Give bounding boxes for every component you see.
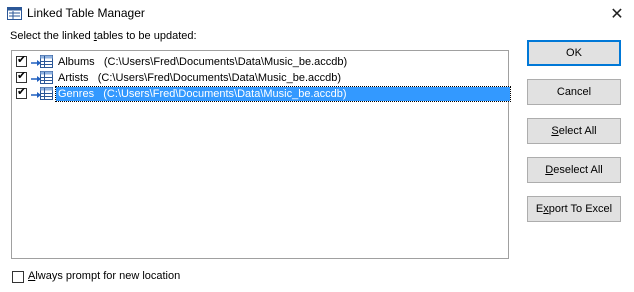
linked-tables-list[interactable]: ✔ Albums (C:\Users\Fred\Documents\Data\M…: [11, 50, 511, 259]
table-manager-icon: [7, 7, 22, 20]
table-icon: [40, 87, 53, 100]
list-prompt: Select the linked tables to be updated:: [10, 30, 197, 42]
select-all-label: elect All: [558, 125, 597, 137]
select-all-accel: S: [551, 125, 559, 137]
table-label: Genres (C:\Users\Fred\Documents\Data\Mus…: [55, 86, 511, 102]
cancel-label: Cancel: [556, 86, 592, 98]
check-icon: ✔: [17, 86, 27, 98]
table-icon: [40, 55, 53, 68]
prompt-text-after: ables to be updated:: [96, 30, 197, 42]
table-icon: [40, 71, 53, 84]
table-row[interactable]: ✔ Albums (C:\Users\Fred\Documents\Data\M…: [14, 54, 508, 70]
close-button[interactable]: ✕: [600, 0, 634, 28]
always-prompt-checkbox[interactable]: [12, 271, 24, 283]
prompt-text-before: Select the linked: [10, 30, 94, 42]
check-icon: ✔: [17, 70, 27, 82]
cancel-button[interactable]: Cancel: [527, 79, 621, 105]
table-checkbox[interactable]: ✔: [16, 86, 27, 99]
deselect-all-accel: D: [545, 164, 554, 176]
table-checkbox[interactable]: ✔: [16, 54, 27, 67]
deselect-all-button[interactable]: Deselect All: [527, 157, 621, 183]
export-label-start: E: [535, 203, 544, 215]
window-title: Linked Table Manager: [27, 6, 145, 20]
table-label: Albums (C:\Users\Fred\Documents\Data\Mus…: [58, 56, 348, 68]
table-label: Artists (C:\Users\Fred\Documents\Data\Mu…: [58, 72, 342, 84]
export-label-rest: port To Excel: [548, 203, 613, 215]
close-icon: ✕: [610, 6, 624, 23]
title-bar: Linked Table Manager ✕: [0, 0, 634, 28]
deselect-all-label: eselect All: [553, 164, 603, 176]
table-checkbox[interactable]: ✔: [16, 70, 27, 83]
table-row[interactable]: ✔ Genres (C:\Users\Fred\Documents\Data\M…: [14, 86, 511, 102]
check-icon: ✔: [17, 54, 27, 66]
always-prompt-text: lways prompt for new location: [35, 270, 181, 282]
export-to-excel-button[interactable]: Ex port To Excel: [527, 196, 621, 222]
table-row[interactable]: ✔ Artists (C:\Users\Fred\Documents\Data\…: [14, 70, 508, 86]
always-prompt-label[interactable]: Always prompt for new location: [28, 270, 180, 282]
select-all-button[interactable]: Select All: [527, 118, 621, 144]
ok-button[interactable]: OK: [527, 40, 621, 66]
ok-label: OK: [566, 47, 582, 59]
